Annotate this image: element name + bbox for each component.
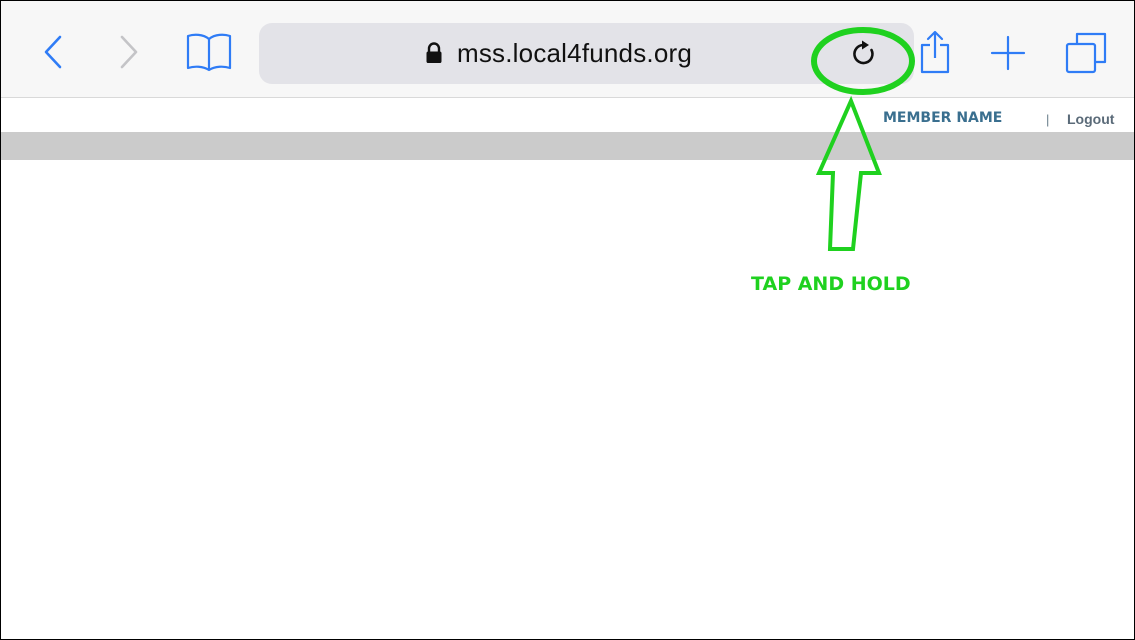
annotation-label: TAP AND HOLD — [751, 273, 911, 295]
highlight-ellipse — [811, 27, 915, 95]
highlight-arrow — [815, 95, 882, 251]
screenshot-frame: mss.local4funds.org MEMBER NAME | Logout… — [0, 0, 1135, 640]
annotation-overlay — [811, 27, 915, 251]
